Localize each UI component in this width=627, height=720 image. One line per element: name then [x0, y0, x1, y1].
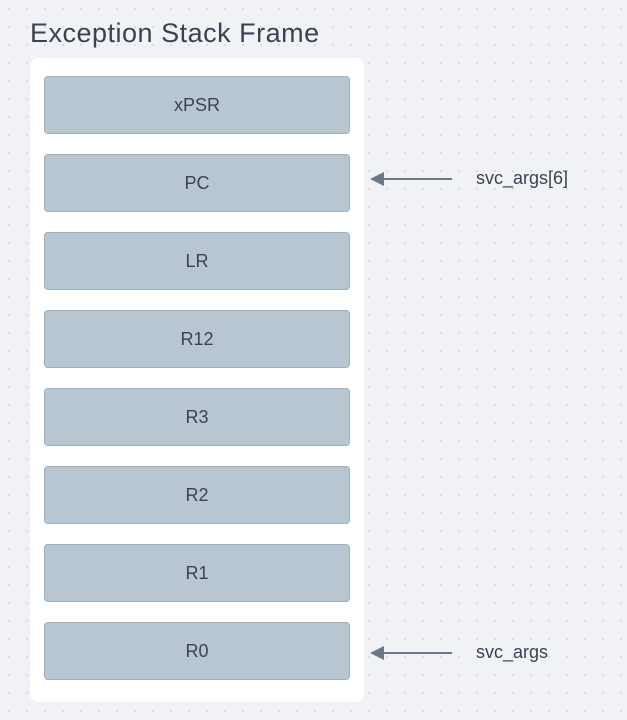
arrow-label: svc_args[6] [476, 168, 568, 189]
arrow-line [384, 652, 452, 654]
arrow-line [384, 178, 452, 180]
register-xpsr: xPSR [44, 76, 350, 134]
register-r1: R1 [44, 544, 350, 602]
register-lr: LR [44, 232, 350, 290]
register-r0: R0 [44, 622, 350, 680]
register-r2: R2 [44, 466, 350, 524]
stack-frame-container: xPSR PC LR R12 R3 R2 R1 R0 [30, 58, 364, 702]
diagram-title: Exception Stack Frame [30, 18, 320, 49]
register-r3: R3 [44, 388, 350, 446]
register-r12: R12 [44, 310, 350, 368]
register-pc: PC [44, 154, 350, 212]
arrow-left-icon [370, 646, 384, 660]
pointer-arrow-svc-args-6: svc_args[6] [370, 168, 600, 189]
arrow-left-icon [370, 172, 384, 186]
arrow-label: svc_args [476, 642, 548, 663]
pointer-arrow-svc-args: svc_args [370, 642, 600, 663]
